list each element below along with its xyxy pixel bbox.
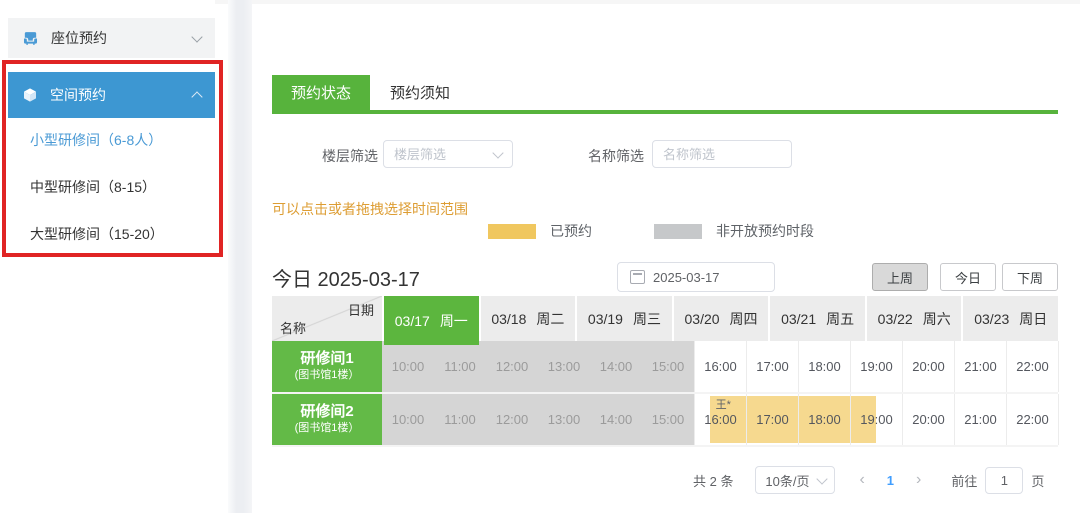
time-slot-10:00[interactable]: 10:00 — [382, 394, 434, 445]
time-slot-14:00[interactable]: 14:00 — [590, 341, 642, 392]
time-slot-22:00[interactable]: 22:00 — [1006, 341, 1058, 392]
drag-hint-text: 可以点击或者拖拽选择时间范围 — [272, 199, 468, 219]
space-reservation-page: 座位预约 空间预约 小型研修间（6-8人） 中型研修间（8-15） 大型研修间（… — [0, 0, 1080, 513]
chevron-up-icon — [191, 91, 202, 102]
floor-filter-label: 楼层筛选 — [322, 146, 378, 166]
sidebar: 座位预约 空间预约 小型研修间（6-8人） 中型研修间（8-15） 大型研修间（… — [0, 0, 215, 513]
goto-label: 前往 — [951, 471, 977, 490]
sidebar-item-small-room[interactable]: 小型研修间（6-8人） — [30, 130, 162, 150]
floor-filter-select[interactable] — [383, 140, 513, 168]
sidebar-item-medium-room[interactable]: 中型研修间（8-15） — [30, 177, 156, 197]
time-slot-15:00[interactable]: 15:00 — [642, 341, 694, 392]
time-slot-21:00[interactable]: 21:00 — [954, 394, 1006, 445]
time-slot-18:00[interactable]: 18:00 — [798, 341, 850, 392]
page-size-select[interactable]: 10条/页 — [755, 466, 835, 494]
legend: 已预约 非开放预约时段 — [488, 221, 814, 241]
chevron-down-icon — [191, 31, 202, 42]
time-slot-16:00[interactable]: 16:00 — [694, 341, 746, 392]
annotation-red-box: 空间预约 小型研修间（6-8人） 中型研修间（8-15） 大型研修间（15-20… — [2, 60, 223, 257]
table-row: 研修间2(图书馆1楼）王*10:0011:0012:0013:0014:0015… — [272, 394, 1058, 447]
chevron-down-icon — [816, 473, 827, 484]
seat-icon — [22, 30, 39, 47]
name-filter-input[interactable] — [653, 147, 791, 162]
time-slot-20:00[interactable]: 20:00 — [902, 394, 954, 445]
corner-cell: 日期 名称 — [272, 296, 382, 341]
prev-page-button[interactable]: ‹ — [859, 471, 864, 489]
room-title: 研修间1 — [300, 350, 353, 369]
day-header-03/22[interactable]: 03/22周六 — [867, 296, 962, 341]
time-slot-15:00[interactable]: 15:00 — [642, 394, 694, 445]
time-slot-18:00[interactable]: 18:00 — [798, 394, 850, 445]
date-picker[interactable] — [617, 262, 775, 292]
pagination-bar: 共 2 条 10条/页 ‹ 1 › 前往 页 — [660, 466, 1058, 494]
legend-reserved-label: 已预约 — [550, 221, 592, 241]
floor-filter-input[interactable] — [384, 147, 494, 162]
day-header-03/19[interactable]: 03/19周三 — [577, 296, 672, 341]
time-strip: 10:0011:0012:0013:0014:0015:0016:0017:00… — [382, 341, 1059, 392]
sidebar-item-large-room[interactable]: 大型研修间（15-20） — [30, 224, 164, 244]
room-name-cell: 研修间1(图书馆1楼） — [272, 341, 382, 392]
today-button[interactable]: 今日 — [940, 263, 996, 291]
chevron-down-icon — [492, 147, 503, 158]
room-title: 研修间2 — [300, 403, 353, 422]
room-name-cell: 研修间2(图书馆1楼） — [272, 394, 382, 445]
name-filter-label: 名称筛选 — [588, 146, 644, 166]
time-slot-10:00[interactable]: 10:00 — [382, 341, 434, 392]
day-header-03/17[interactable]: 03/17周一 — [384, 296, 479, 345]
time-strip: 王*10:0011:0012:0013:0014:0015:0016:0017:… — [382, 394, 1059, 445]
day-header-03/18[interactable]: 03/18周二 — [481, 296, 576, 341]
day-header-03/20[interactable]: 03/20周四 — [674, 296, 769, 341]
cube-icon — [22, 87, 38, 103]
tab-reservation-notice[interactable]: 预约须知 — [370, 75, 470, 110]
calendar-icon — [630, 270, 645, 284]
sidebar-item-label: 座位预约 — [51, 28, 107, 48]
tab-underline — [272, 110, 1058, 114]
sidebar-item-label: 空间预约 — [50, 85, 106, 105]
corner-name-label: 名称 — [280, 318, 306, 337]
time-slot-13:00[interactable]: 13:00 — [538, 394, 590, 445]
legend-reserved-swatch — [488, 224, 536, 239]
schedule-table: 日期 名称 03/17周一03/18周二03/19周三03/20周四03/21周… — [272, 296, 1058, 447]
time-slot-14:00[interactable]: 14:00 — [590, 394, 642, 445]
page-number[interactable]: 1 — [887, 473, 894, 488]
time-slot-19:00[interactable]: 19:00 — [850, 341, 902, 392]
date-picker-input[interactable] — [653, 270, 753, 285]
time-slot-21:00[interactable]: 21:00 — [954, 341, 1006, 392]
day-header-03/21[interactable]: 03/21周五 — [770, 296, 865, 341]
sidebar-item-seat-reservation[interactable]: 座位预约 — [8, 18, 215, 58]
corner-date-label: 日期 — [348, 300, 374, 319]
today-heading: 今日 2025-03-17 — [272, 263, 420, 292]
room-rows: 研修间1(图书馆1楼）10:0011:0012:0013:0014:0015:0… — [272, 341, 1058, 447]
total-count: 共 2 条 — [693, 471, 733, 490]
tab-reservation-status[interactable]: 预约状态 — [272, 75, 370, 110]
page-size-value: 10条/页 — [765, 471, 809, 490]
time-slot-12:00[interactable]: 12:00 — [486, 394, 538, 445]
time-slot-11:00[interactable]: 11:00 — [434, 341, 486, 392]
name-filter-field[interactable] — [652, 140, 792, 168]
time-slot-11:00[interactable]: 11:00 — [434, 394, 486, 445]
sidebar-scrollbar[interactable] — [228, 0, 252, 513]
room-location: (图书馆1楼） — [295, 422, 360, 436]
next-page-button[interactable]: › — [916, 471, 921, 489]
time-slot-22:00[interactable]: 22:00 — [1006, 394, 1058, 445]
time-slot-13:00[interactable]: 13:00 — [538, 341, 590, 392]
time-slot-17:00[interactable]: 17:00 — [746, 394, 798, 445]
legend-closed-swatch — [654, 224, 702, 239]
time-slot-16:00[interactable]: 16:00 — [694, 394, 746, 445]
sidebar-item-space-reservation[interactable]: 空间预约 — [8, 72, 215, 118]
day-header-row: 日期 名称 03/17周一03/18周二03/19周三03/20周四03/21周… — [272, 296, 1058, 341]
time-slot-12:00[interactable]: 12:00 — [486, 341, 538, 392]
next-week-button[interactable]: 下周 — [1002, 263, 1058, 291]
time-slot-20:00[interactable]: 20:00 — [902, 341, 954, 392]
time-slot-19:00[interactable]: 19:00 — [850, 394, 902, 445]
room-location: (图书馆1楼） — [295, 369, 360, 383]
page-suffix: 页 — [1031, 471, 1044, 490]
goto-page-input[interactable] — [985, 467, 1023, 494]
day-header-03/23[interactable]: 03/23周日 — [963, 296, 1058, 341]
legend-closed-label: 非开放预约时段 — [716, 221, 814, 241]
time-slot-17:00[interactable]: 17:00 — [746, 341, 798, 392]
prev-week-button[interactable]: 上周 — [872, 263, 928, 291]
table-row: 研修间1(图书馆1楼）10:0011:0012:0013:0014:0015:0… — [272, 341, 1058, 394]
